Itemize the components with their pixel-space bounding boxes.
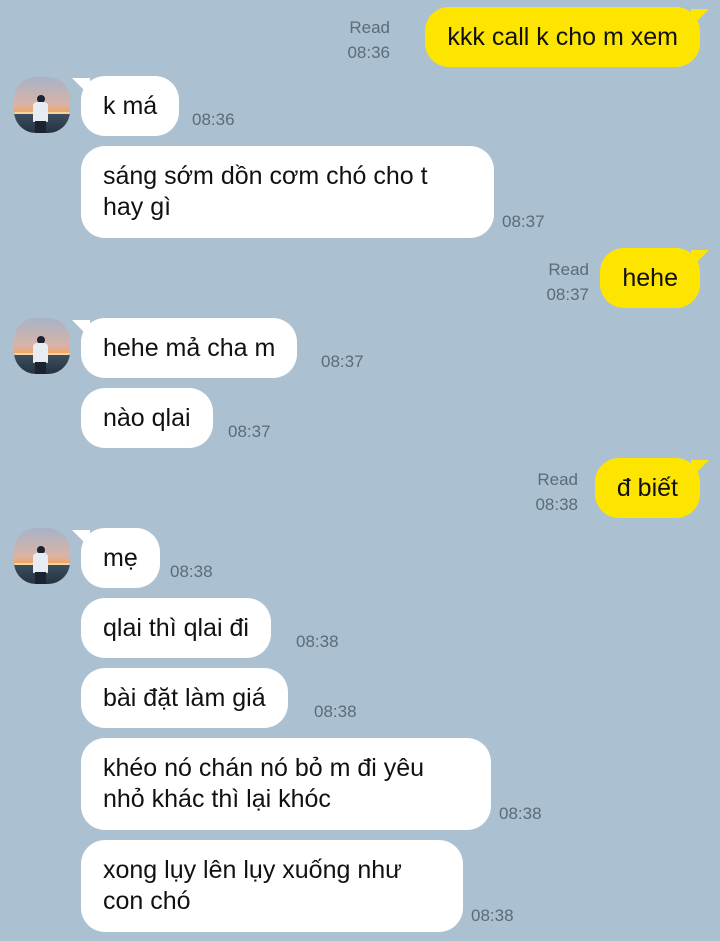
message-meta: Read 08:37 bbox=[546, 260, 589, 305]
timestamp: 08:36 bbox=[192, 110, 235, 129]
timestamp: 08:37 bbox=[546, 285, 589, 304]
message-bubble-outgoing[interactable]: hehe bbox=[600, 248, 700, 308]
timestamp: 08:38 bbox=[471, 906, 514, 925]
message-bubble-incoming[interactable]: nào qlai bbox=[81, 388, 213, 448]
message-bubble-outgoing[interactable]: đ biết bbox=[594, 458, 700, 518]
read-receipt: Read bbox=[548, 260, 589, 279]
timestamp: 08:36 bbox=[347, 43, 390, 62]
timestamp: 08:37 bbox=[228, 422, 271, 441]
message-bubble-incoming[interactable]: mẹ bbox=[81, 528, 160, 588]
timestamp: 08:37 bbox=[321, 352, 364, 371]
timestamp: 08:38 bbox=[296, 632, 339, 651]
message-bubble-incoming[interactable]: qlai thì qlai đi bbox=[81, 598, 271, 658]
message-bubble-incoming[interactable]: khéo nó chán nó bỏ m đi yêu nhỏ khác thì… bbox=[81, 738, 491, 830]
contact-avatar[interactable] bbox=[14, 318, 70, 374]
message-bubble-incoming[interactable]: xong lụy lên lụy xuống như con chó bbox=[81, 840, 463, 932]
timestamp: 08:38 bbox=[314, 702, 357, 721]
message-bubble-outgoing[interactable]: kkk call k cho m xem bbox=[425, 7, 700, 67]
message-bubble-incoming[interactable]: hehe mả cha m bbox=[81, 318, 298, 378]
message-bubble-incoming[interactable]: k má bbox=[81, 76, 180, 136]
timestamp: 08:38 bbox=[499, 804, 542, 823]
message-bubble-incoming[interactable]: sáng sớm dồn cơm chó cho t hay gì bbox=[81, 146, 494, 238]
timestamp: 08:38 bbox=[535, 495, 578, 514]
timestamp: 08:38 bbox=[170, 562, 213, 581]
read-receipt: Read bbox=[349, 18, 390, 37]
contact-avatar[interactable] bbox=[14, 77, 70, 133]
message-bubble-incoming[interactable]: bài đặt làm giá bbox=[81, 668, 288, 728]
message-meta: Read 08:38 bbox=[535, 470, 578, 515]
message-meta: Read 08:36 bbox=[347, 18, 390, 63]
contact-avatar[interactable] bbox=[14, 528, 70, 584]
timestamp: 08:37 bbox=[502, 212, 545, 231]
read-receipt: Read bbox=[537, 470, 578, 489]
